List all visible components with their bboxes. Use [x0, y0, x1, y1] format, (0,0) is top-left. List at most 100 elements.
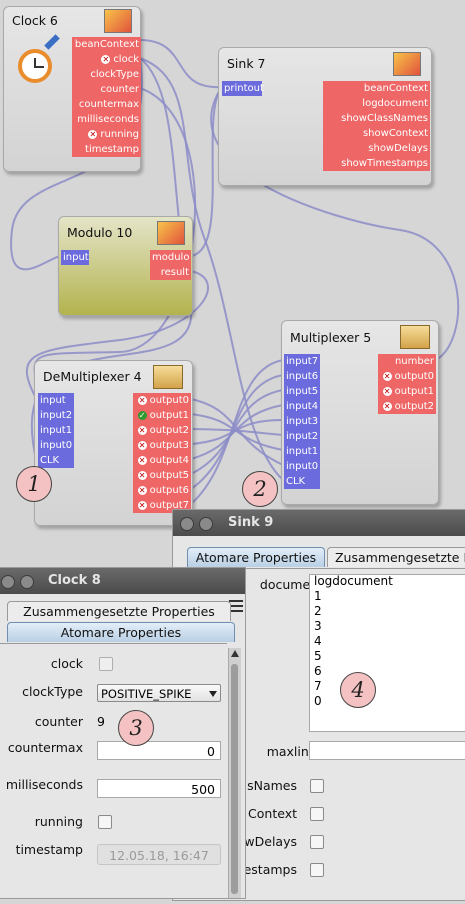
port-output2[interactable]: ✕ output2 — [133, 423, 191, 438]
clock-node[interactable]: Clock 6 beanContext ✕ clock clockType cou… — [3, 6, 141, 172]
port-showclassnames[interactable]: showClassNames — [323, 111, 430, 126]
port-label: output2 — [149, 425, 189, 436]
port-counter[interactable]: counter — [72, 82, 141, 97]
port-printout[interactable]: printout — [222, 81, 264, 96]
bean-icon — [157, 221, 185, 245]
error-icon: ✕ — [88, 129, 98, 139]
demultiplexer-node-title: DeMultiplexer 4 — [43, 369, 142, 384]
port-input3[interactable]: input3 — [284, 414, 320, 429]
window-title: Sink 9 — [228, 515, 274, 530]
clock-node-outputs: beanContext ✕ clock clockType counter cou… — [72, 37, 141, 157]
port-label: output1 — [149, 410, 189, 421]
running-checkbox[interactable] — [98, 815, 112, 829]
log-line: 4 — [314, 634, 322, 648]
port-output0[interactable]: ✕ output0 — [378, 369, 436, 384]
port-input1[interactable]: input1 — [38, 423, 74, 438]
port-running-label: running — [100, 129, 139, 140]
port-input1[interactable]: input1 — [284, 444, 320, 459]
demultiplexer-node[interactable]: DeMultiplexer 4 input input2 input1 inpu… — [34, 360, 193, 526]
demultiplexer-node-outputs: ✕ output0 ✓ output1 ✕ output2 ✕ output3 ✕ out… — [133, 393, 191, 513]
port-input4[interactable]: input4 — [284, 399, 320, 414]
port-input2[interactable]: input2 — [38, 408, 74, 423]
port-number[interactable]: number — [378, 354, 436, 369]
port-output2[interactable]: ✕ output2 — [378, 399, 436, 414]
port-result[interactable]: result — [150, 265, 191, 280]
port-output1[interactable]: ✓ output1 — [133, 408, 191, 423]
port-input7[interactable]: input7 — [284, 354, 320, 369]
window-titlebar[interactable] — [0, 568, 245, 594]
port-showtimestamps[interactable]: showTimestamps — [323, 156, 430, 171]
port-output5[interactable]: ✕ output5 — [133, 468, 191, 483]
window-titlebar[interactable] — [173, 510, 465, 536]
port-running[interactable]: ✕ running — [72, 127, 141, 142]
port-input[interactable]: input — [38, 393, 74, 408]
bean-icon — [393, 52, 421, 76]
tab-atomare-properties[interactable]: Atomare Properties — [7, 622, 235, 642]
minimize-button[interactable] — [20, 575, 34, 589]
port-output6[interactable]: ✕ output6 — [133, 483, 191, 498]
minimize-button[interactable] — [199, 517, 213, 531]
tab-zusammengesetzte-properties[interactable]: Zusammengesetzte Properties — [7, 601, 231, 621]
modulo-node-inputs: input — [61, 250, 89, 265]
port-label: output0 — [394, 371, 434, 382]
bean-icon — [104, 9, 132, 33]
clocktype-select[interactable]: POSITIVE_SPIKE — [97, 684, 221, 702]
showcontext-checkbox[interactable] — [310, 807, 324, 821]
port-logdocument[interactable]: logdocument — [323, 96, 430, 111]
port-milliseconds[interactable]: milliseconds — [72, 112, 141, 127]
modulo-node[interactable]: Modulo 10 input modulo result — [58, 216, 193, 316]
scroll-up-icon[interactable] — [231, 650, 239, 657]
close-button[interactable] — [180, 517, 194, 531]
callout-badge-2: 2 — [242, 471, 278, 507]
port-showdelays[interactable]: showDelays — [323, 141, 430, 156]
demultiplexer-node-inputs: input input2 input1 input0 CLK — [38, 393, 74, 468]
label-showcontext: Context — [248, 806, 297, 821]
port-input0[interactable]: input0 — [284, 459, 320, 474]
tab-zusammengesetzte-properties[interactable]: Zusammengesetzte P — [327, 547, 465, 567]
menu-icon[interactable] — [229, 600, 243, 612]
port-output1[interactable]: ✕ output1 — [378, 384, 436, 399]
error-icon: ✕ — [137, 470, 147, 480]
error-icon: ✕ — [137, 485, 147, 495]
clock-checkbox[interactable] — [99, 657, 113, 671]
tab-atomare-properties[interactable]: Atomare Properties — [187, 547, 325, 567]
error-icon: ✕ — [101, 54, 111, 64]
port-timestamp[interactable]: timestamp — [72, 142, 141, 157]
port-output0[interactable]: ✕ output0 — [133, 393, 191, 408]
maxlines-field[interactable] — [309, 741, 465, 760]
port-input5[interactable]: input5 — [284, 384, 320, 399]
port-clock[interactable]: ✕ clock — [72, 52, 141, 67]
port-input[interactable]: input — [61, 250, 89, 265]
log-line: 6 — [314, 664, 322, 678]
label-countermax: countermax — [7, 740, 83, 755]
sink-node[interactable]: Sink 7 printout beanContext logdocument … — [218, 47, 432, 186]
close-button[interactable] — [1, 575, 15, 589]
error-icon: ✕ — [382, 401, 392, 411]
milliseconds-field[interactable]: 500 — [97, 779, 221, 798]
showclassnames-checkbox[interactable] — [310, 779, 324, 793]
port-clock-label: clock — [113, 54, 139, 65]
multiplexer-node[interactable]: Multiplexer 5 input7 input6 input5 input… — [281, 320, 439, 505]
port-input6[interactable]: input6 — [284, 369, 320, 384]
scrollbar-thumb[interactable] — [231, 664, 238, 894]
port-countermax[interactable]: countermax — [72, 97, 141, 112]
port-modulo[interactable]: modulo — [150, 250, 191, 265]
port-output3[interactable]: ✕ output3 — [133, 438, 191, 453]
port-clk[interactable]: CLK — [38, 453, 74, 468]
port-input0[interactable]: input0 — [38, 438, 74, 453]
port-clocktype[interactable]: clockType — [72, 67, 141, 82]
port-output4[interactable]: ✕ output4 — [133, 453, 191, 468]
wire-modulo-sink — [190, 87, 222, 257]
countermax-field[interactable]: 0 — [97, 741, 221, 760]
logdocument-textarea[interactable]: logdocument 1 2 3 4 5 6 7 0 — [309, 574, 465, 732]
multiplexer-node-outputs: number ✕ output0 ✕ output1 ✕ output2 — [378, 354, 436, 414]
port-beancontext[interactable]: beanContext — [323, 81, 430, 96]
showdelays-checkbox[interactable] — [310, 835, 324, 849]
port-beancontext[interactable]: beanContext — [72, 37, 141, 52]
port-input2[interactable]: input2 — [284, 429, 320, 444]
port-clk[interactable]: CLK — [284, 474, 320, 489]
port-showcontext[interactable]: showContext — [323, 126, 430, 141]
sink-node-title: Sink 7 — [227, 56, 266, 71]
showtimestamps-checkbox[interactable] — [310, 863, 324, 877]
scrollbar[interactable] — [228, 648, 241, 898]
